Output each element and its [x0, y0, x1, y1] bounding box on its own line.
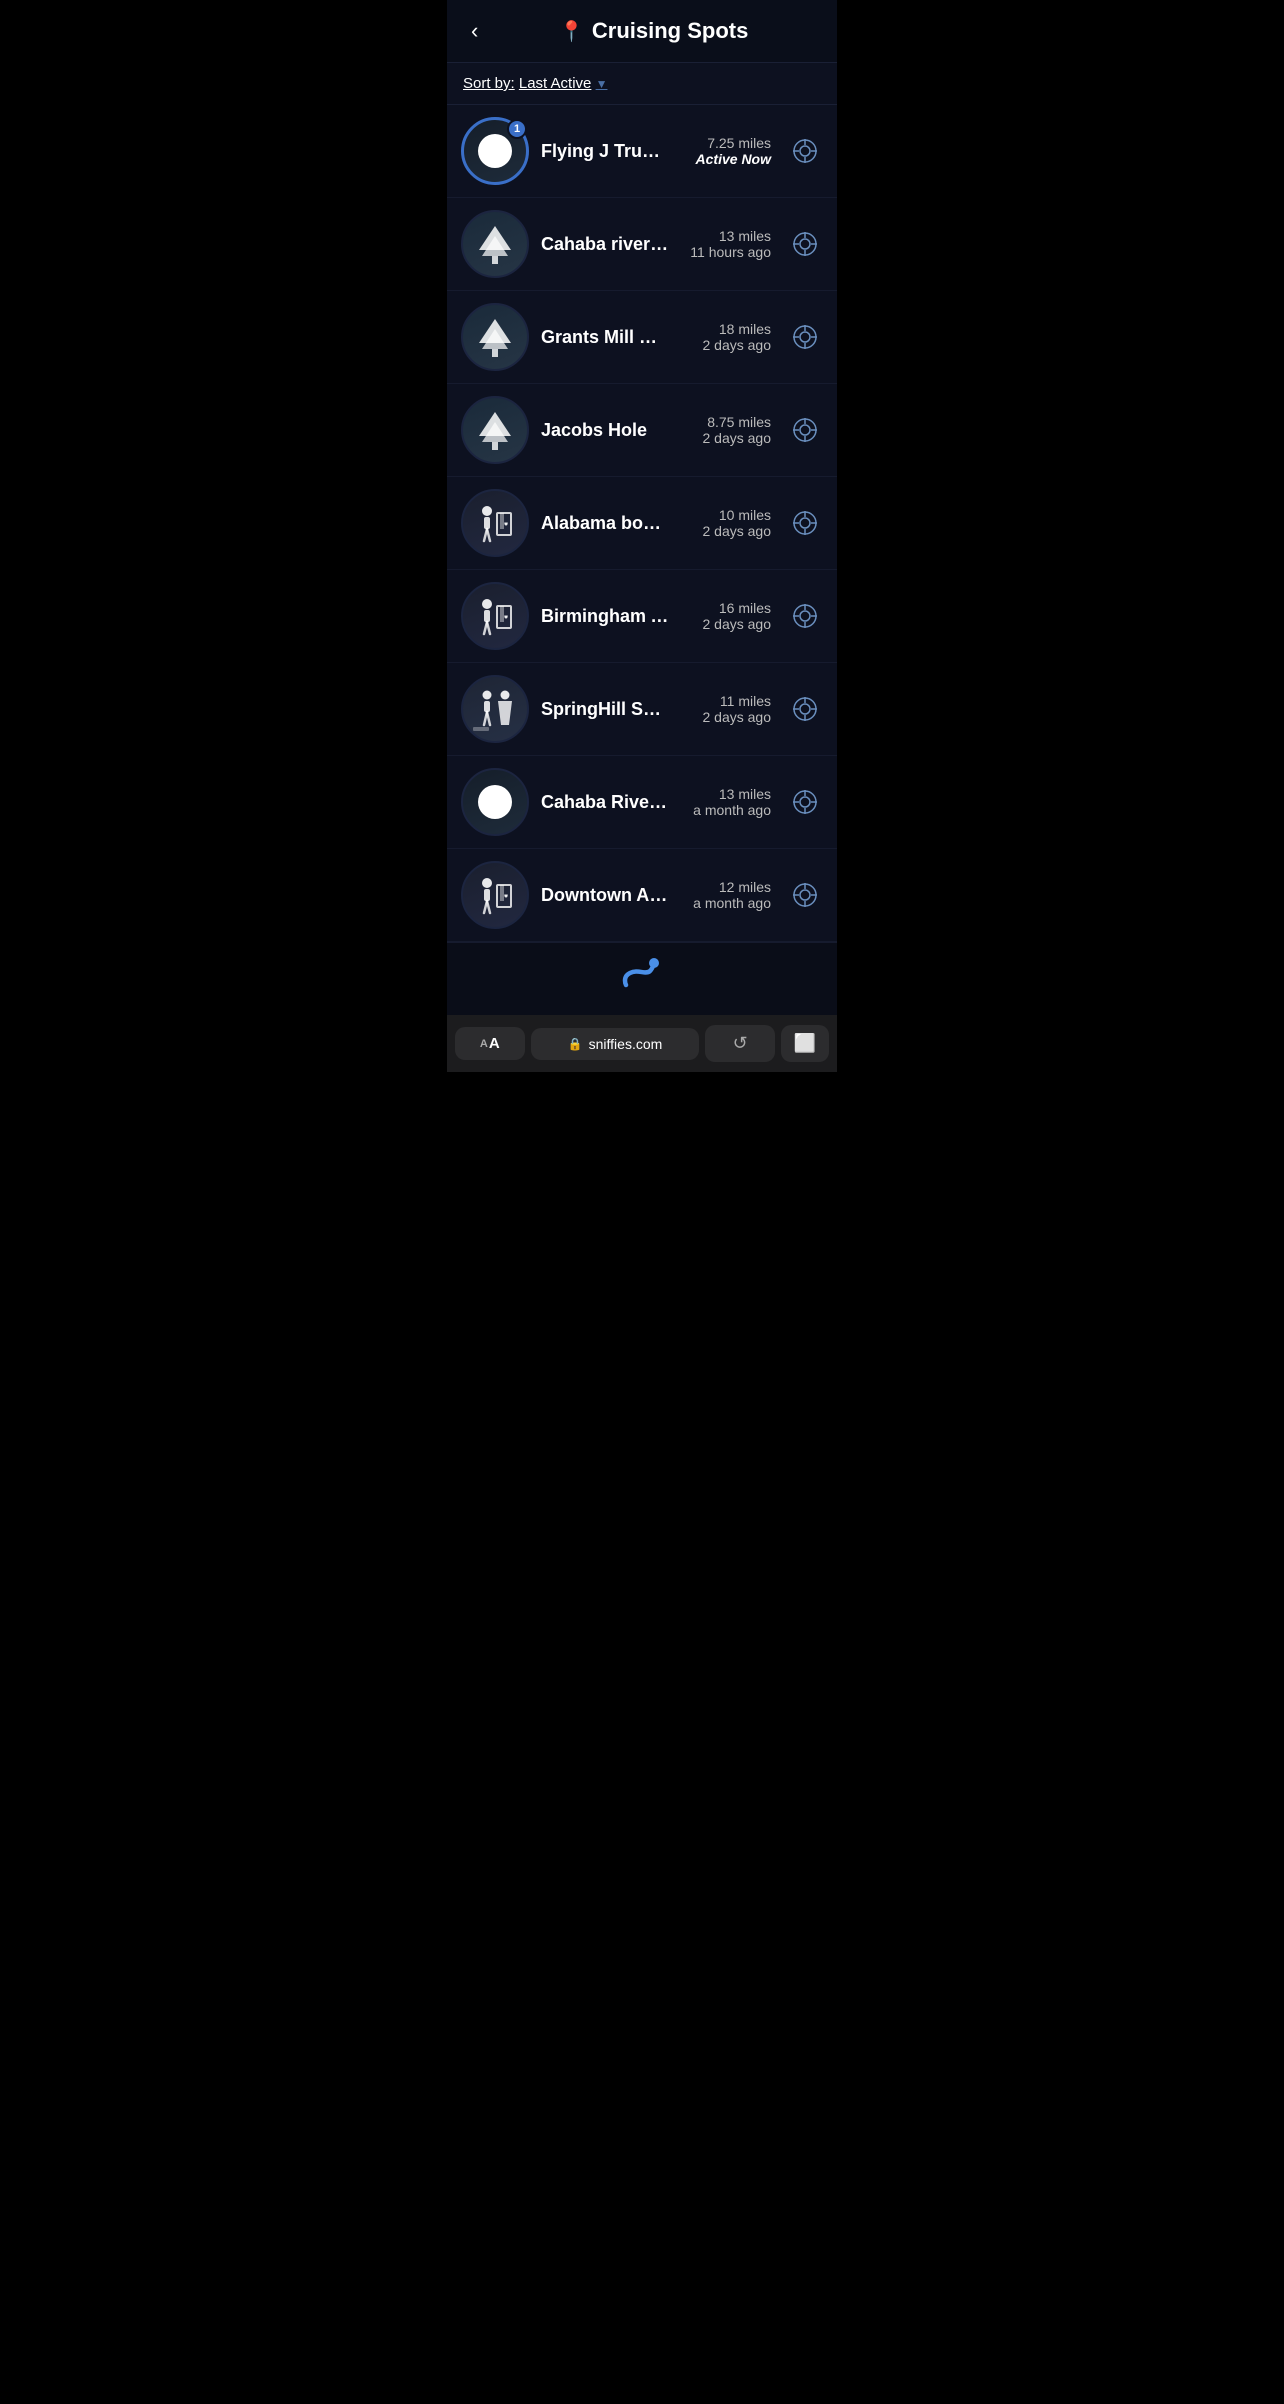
avatar-wrap	[461, 489, 529, 557]
crosshair-button[interactable]	[787, 505, 823, 541]
list-item[interactable]: Alabama books 10 miles2 days ago	[447, 477, 837, 570]
spot-meta: 7.25 milesActive Now	[681, 135, 771, 167]
page-title: Cruising Spots	[592, 18, 748, 44]
list-item[interactable]: Grants Mill Road -Cahaba Riv. 18 miles2 d…	[447, 291, 837, 384]
spot-distance: 13 miles	[719, 228, 771, 244]
spot-meta: 13 miles11 hours ago	[681, 228, 771, 260]
spot-distance: 18 miles	[719, 321, 771, 337]
spot-distance: 16 miles	[719, 600, 771, 616]
lock-icon: 🔒	[568, 1037, 583, 1051]
spot-meta: 12 milesa month ago	[681, 879, 771, 911]
spot-time: 2 days ago	[703, 337, 772, 353]
spot-distance: 13 miles	[719, 786, 771, 802]
spot-distance: 11 miles	[720, 693, 771, 709]
spot-meta: 13 milesa month ago	[681, 786, 771, 818]
sort-bar[interactable]: Sort by: Last Active ▼	[447, 63, 837, 105]
crosshair-button[interactable]	[787, 691, 823, 727]
spot-meta: 18 miles2 days ago	[681, 321, 771, 353]
spot-name: Grants Mill Road -Cahaba Riv.	[541, 327, 669, 348]
sniffies-logo	[618, 957, 666, 1001]
spot-time: Active Now	[696, 151, 771, 167]
spot-name: Flying J Truck Stop	[541, 141, 669, 162]
spot-name: SpringHill Suites Bathroom	[541, 699, 669, 720]
spot-name: Downtown Adult Books (Pari...	[541, 885, 669, 906]
location-icon: 📍	[559, 19, 584, 44]
header: ‹ 📍 Cruising Spots	[447, 0, 837, 63]
spot-meta: 10 miles2 days ago	[681, 507, 771, 539]
crosshair-button[interactable]	[787, 784, 823, 820]
list-item[interactable]: SpringHill Suites Bathroom 11 miles2 days…	[447, 663, 837, 756]
spot-meta: 16 miles2 days ago	[681, 600, 771, 632]
spot-distance: 10 miles	[719, 507, 771, 523]
spot-info: Jacobs Hole	[541, 420, 669, 441]
spot-time: 2 days ago	[703, 709, 772, 725]
spot-meta: 8.75 miles2 days ago	[681, 414, 771, 446]
avatar-wrap	[461, 675, 529, 743]
spot-name: Birmingham Adult Books	[541, 606, 669, 627]
sort-label: Sort by:	[463, 75, 515, 92]
crosshair-button[interactable]	[787, 319, 823, 355]
spot-time: 11 hours ago	[690, 244, 771, 260]
list-item[interactable]: Cahaba River Cruise Spot 13 milesa month …	[447, 756, 837, 849]
spot-distance: 8.75 miles	[707, 414, 771, 430]
spot-info: Flying J Truck Stop	[541, 141, 669, 162]
crosshair-button[interactable]	[787, 226, 823, 262]
spot-distance: 12 miles	[719, 879, 771, 895]
spot-meta: 11 miles2 days ago	[681, 693, 771, 725]
spot-info: Cahaba river trail	[541, 234, 669, 255]
spot-name: Jacobs Hole	[541, 420, 669, 441]
spot-distance: 7.25 miles	[707, 135, 771, 151]
more-icon: ⬜	[794, 1033, 816, 1054]
spot-list: 1 Flying J Truck Stop 7.25 milesActive Now…	[447, 105, 837, 942]
more-button[interactable]: ⬜	[781, 1025, 829, 1062]
list-item[interactable]: Jacobs Hole 8.75 miles2 days ago	[447, 384, 837, 477]
brand-bar	[447, 942, 837, 1015]
avatar-wrap	[461, 396, 529, 464]
avatar-wrap: 1	[461, 117, 529, 185]
text-size-button[interactable]: A A	[455, 1027, 525, 1060]
spot-info: Alabama books	[541, 513, 669, 534]
spot-time: 2 days ago	[703, 616, 772, 632]
text-small: A	[480, 1038, 488, 1050]
url-bar[interactable]: 🔒 sniffies.com	[531, 1028, 700, 1060]
list-item[interactable]: 1 Flying J Truck Stop 7.25 milesActive Now	[447, 105, 837, 198]
refresh-button[interactable]: ↺	[705, 1025, 775, 1062]
avatar-wrap	[461, 210, 529, 278]
avatar-wrap	[461, 582, 529, 650]
crosshair-button[interactable]	[787, 412, 823, 448]
refresh-icon: ↺	[733, 1033, 748, 1054]
browser-bar: A A 🔒 sniffies.com ↺ ⬜	[447, 1015, 837, 1072]
url-text: sniffies.com	[589, 1036, 663, 1052]
list-item[interactable]: Downtown Adult Books (Pari... 12 milesa m…	[447, 849, 837, 942]
text-large: A	[489, 1035, 500, 1052]
crosshair-button[interactable]	[787, 598, 823, 634]
crosshair-button[interactable]	[787, 877, 823, 913]
spot-info: Grants Mill Road -Cahaba Riv.	[541, 327, 669, 348]
spot-info: SpringHill Suites Bathroom	[541, 699, 669, 720]
spot-time: 2 days ago	[703, 523, 772, 539]
avatar-wrap	[461, 861, 529, 929]
crosshair-button[interactable]	[787, 133, 823, 169]
avatar-wrap	[461, 768, 529, 836]
sort-arrow: ▼	[596, 77, 608, 91]
list-item[interactable]: Cahaba river trail 13 miles11 hours ago	[447, 198, 837, 291]
spot-time: 2 days ago	[703, 430, 772, 446]
spot-time: a month ago	[693, 802, 771, 818]
avatar-wrap	[461, 303, 529, 371]
header-title-wrap: 📍 Cruising Spots	[486, 18, 821, 44]
spot-name: Alabama books	[541, 513, 669, 534]
spot-name: Cahaba river trail	[541, 234, 669, 255]
spot-info: Downtown Adult Books (Pari...	[541, 885, 669, 906]
spot-info: Cahaba River Cruise Spot	[541, 792, 669, 813]
spot-info: Birmingham Adult Books	[541, 606, 669, 627]
sort-value[interactable]: Last Active	[519, 75, 592, 92]
back-button[interactable]: ‹	[463, 14, 486, 48]
list-item[interactable]: Birmingham Adult Books 16 miles2 days ago	[447, 570, 837, 663]
badge: 1	[507, 119, 527, 139]
spot-name: Cahaba River Cruise Spot	[541, 792, 669, 813]
spot-time: a month ago	[693, 895, 771, 911]
